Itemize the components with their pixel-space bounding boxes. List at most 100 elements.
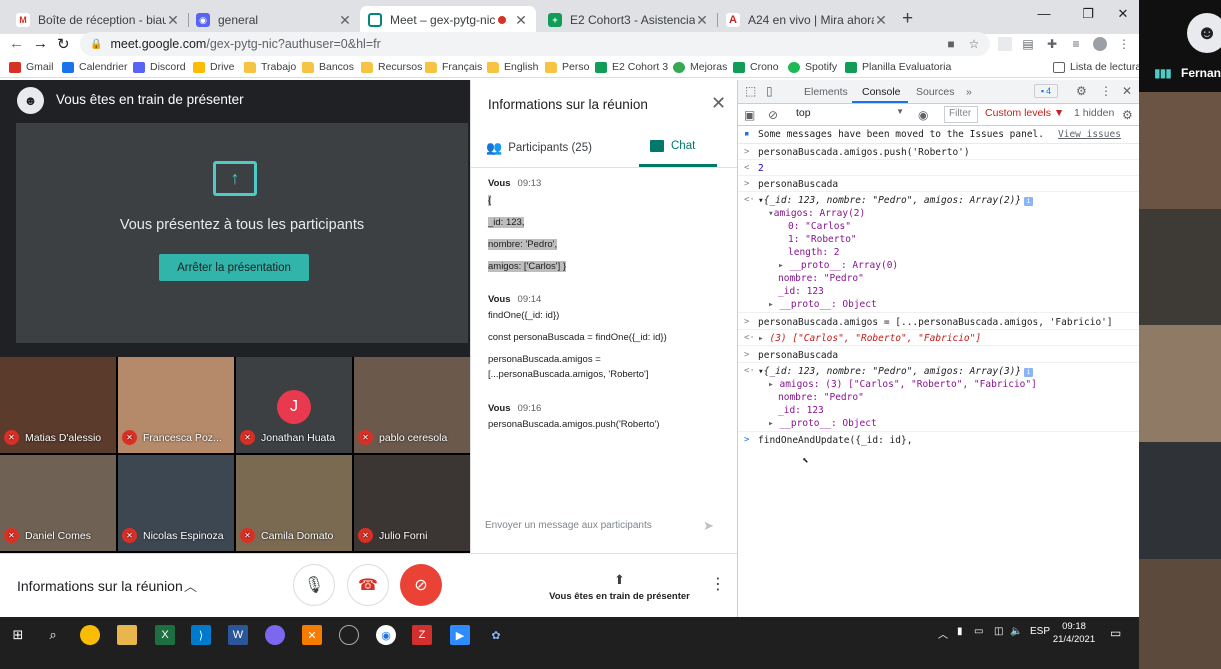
participant-tile[interactable]: ✕ Camila Domato [236,455,352,551]
send-icon[interactable]: ➤ [703,518,714,534]
bookmark-e2-cohort-3[interactable]: E2 Cohort 3 [595,61,668,73]
context-select[interactable]: top ▼ [796,107,906,123]
tab-discord[interactable]: ◉ general ✕ [188,6,360,34]
tab-a24[interactable]: A A24 en vivo | Mira ahora el notic ✕ [718,6,896,34]
video-tile[interactable] [1139,92,1221,209]
close-icon[interactable]: ✕ [514,12,528,29]
chevron-up-icon[interactable]: ︿ [184,576,197,595]
maximize-button[interactable]: ❐ [1074,6,1102,22]
minimize-button[interactable]: — [1030,6,1058,21]
tab-elements[interactable]: Elements [804,86,848,98]
chevron-up-icon[interactable]: ︿ [938,626,948,641]
bookmark-planilla[interactable]: Planilla Evaluatoria [845,61,951,73]
clear-console-icon[interactable]: ⊘ [768,108,778,122]
close-icon[interactable]: ✕ [338,12,352,29]
zoom-icon[interactable]: ▶ [450,625,470,645]
participant-tile[interactable]: ✕ pablo ceresola [354,357,470,453]
speaker-tile[interactable]: ☻ ▮▮▮ Fernan [1139,0,1221,92]
bookmark-perso[interactable]: Perso [545,61,589,73]
xampp-icon[interactable]: ✕ [302,625,322,645]
inspect-icon[interactable]: ⬚ [745,84,756,98]
microphone-button[interactable]: 🎙 [293,564,335,606]
close-icon[interactable]: ✕ [1122,84,1132,98]
more-tabs-icon[interactable]: » [966,86,972,98]
forward-icon[interactable]: → [33,35,48,52]
puzzle-icon[interactable]: ✚ [1045,37,1059,51]
bookmark-bancos[interactable]: Bancos [302,61,354,73]
bookmark-trabajo[interactable]: Trabajo [244,61,296,73]
tab-console[interactable]: Console [862,86,901,98]
eye-icon[interactable]: ◉ [918,108,928,122]
camera-button[interactable]: ⊘ [400,564,442,606]
close-icon[interactable]: ✕ [711,93,726,114]
bookmark-spotify[interactable]: Spotify [788,61,837,73]
profile-icon[interactable] [1093,37,1107,51]
excel-icon[interactable]: X [155,625,175,645]
more-options-icon[interactable]: ⋮ [1100,84,1112,98]
network-icon[interactable]: ◫ [994,626,1003,637]
tab-gmail[interactable]: M Boîte de réception - biaus.fh@gm ✕ [8,6,188,34]
bookmark-discord[interactable]: Discord [133,61,186,73]
microphone-icon[interactable]: ▮ [957,626,963,637]
bookmark-crono[interactable]: Crono [733,61,779,73]
gear-icon[interactable]: ⚙ [1076,84,1087,98]
bookmark-gmail[interactable]: Gmail [9,61,53,73]
video-tile[interactable] [1139,209,1221,325]
stop-presenting-button[interactable]: Arrêter la présentation [159,254,309,281]
bookmark-recursos[interactable]: Recursos [361,61,422,73]
bookmark-mejoras[interactable]: Mejoras [673,61,727,73]
volume-icon[interactable]: 🔈 [1010,626,1022,637]
address-bar[interactable]: 🔒 meet.google.com /gex-pytg-nic?authuser… [80,32,990,56]
participant-tile[interactable]: J ✕ Jonathan Huata [236,357,352,453]
bookmark-drive[interactable]: Drive [193,61,235,73]
app-icon[interactable]: ✿ [486,625,506,645]
participant-tile[interactable]: ✕ Matias D'alessio [0,357,116,453]
word-icon[interactable]: W [228,625,248,645]
star-icon[interactable]: ☆ [967,37,981,51]
presenting-button[interactable]: ⬆ Vous êtes en train de présenter [547,572,692,602]
video-tile[interactable] [1139,325,1221,442]
bookmark-english[interactable]: English [487,61,538,73]
extension-icon[interactable]: ▤ [1021,37,1035,51]
participant-tile[interactable]: ✕ Daniel Comes [0,455,116,551]
bookmark-francais[interactable]: Français [425,61,482,73]
battery-icon[interactable]: ▭ [974,626,983,637]
tab-sheets[interactable]: + E2 Cohort3 - Asistencia_Daily_Pr ✕ [540,6,717,34]
video-tile[interactable] [1139,442,1221,559]
vscode-icon[interactable]: ⟩ [191,625,211,645]
search-icon[interactable]: ⌕ [43,625,63,645]
tab-participants[interactable]: 👥 Participants (25) [486,140,592,156]
reload-icon[interactable]: ↻ [57,35,70,53]
hang-up-button[interactable]: ☎ [347,564,389,606]
chat-input[interactable]: Envoyer un message aux participants [485,520,652,531]
chrome-icon[interactable] [80,625,100,645]
bookmark-calendrier[interactable]: Calendrier [62,61,127,73]
close-window-button[interactable]: ✕ [1109,6,1137,22]
close-icon[interactable]: ✕ [695,12,709,29]
participant-tile[interactable]: ✕ Nicolas Espinoza [118,455,234,551]
log-levels-dropdown[interactable]: Custom levels ▼ [985,107,1064,119]
filter-input[interactable]: Filter [944,106,978,123]
extension-icon[interactable] [998,37,1012,51]
device-toolbar-icon[interactable]: ▯ [766,84,773,98]
more-options-icon[interactable]: ⋮ [710,574,726,594]
github-icon[interactable] [339,625,359,645]
menu-icon[interactable]: ⋮ [1117,37,1131,51]
tab-chat[interactable]: Chat [650,140,695,152]
windows-start-icon[interactable]: ⊞ [8,625,28,645]
reading-list[interactable]: Lista de lectura [1053,61,1139,73]
filezilla-icon[interactable]: Z [412,625,432,645]
tab-meet[interactable]: Meet – gex-pytg-nic ✕ [360,6,536,34]
camera-icon[interactable]: ■ [944,37,958,51]
close-icon[interactable]: ✕ [166,12,180,29]
app-icon[interactable] [265,625,285,645]
video-tile[interactable] [1139,559,1221,669]
back-icon[interactable]: ← [9,35,24,52]
participant-tile[interactable]: ✕ Francesca Poz... [118,357,234,453]
view-issues-link[interactable]: View issues [1058,129,1121,140]
sidebar-icon[interactable]: ▣ [744,108,755,122]
clock[interactable]: 09:18 21/4/2021 [1044,620,1104,646]
gear-icon[interactable]: ⚙ [1122,108,1133,122]
close-icon[interactable]: ✕ [874,12,888,29]
meeting-info-button[interactable]: Informations sur la réunion [17,578,183,594]
